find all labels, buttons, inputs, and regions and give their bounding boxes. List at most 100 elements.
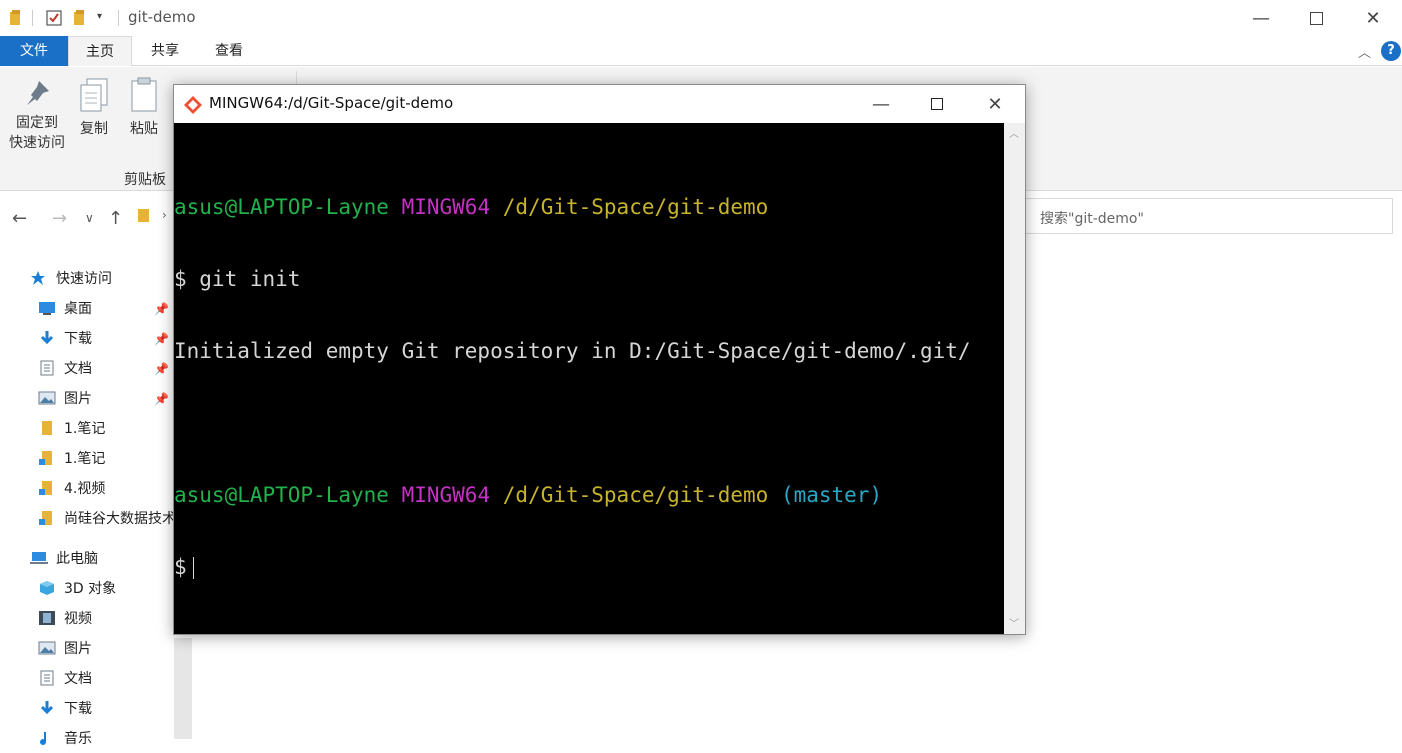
terminal-close-button[interactable]: ✕ [968, 85, 1022, 123]
back-arrow-icon[interactable]: ← [12, 208, 27, 229]
nav-item-label: 下载 [64, 701, 92, 717]
divider [118, 10, 119, 26]
nav-item-desktop[interactable]: 桌面 [38, 293, 92, 323]
star-icon [30, 270, 48, 286]
desktop-icon [38, 300, 56, 316]
prompt-line: asus@LAPTOP-Layne MINGW64 /d/Git-Space/g… [174, 195, 1004, 219]
pinned-icon: 📌 [154, 392, 169, 406]
nav-pane-scrollbar[interactable] [174, 638, 192, 739]
breadcrumb-separator-icon[interactable]: › [162, 208, 167, 222]
nav-this-pc-label: 此电脑 [56, 551, 98, 567]
nav-item-notes-2[interactable]: 1.笔记 [38, 443, 105, 473]
nav-item-label: 文档 [64, 361, 92, 377]
pinned-icon: 📌 [154, 362, 169, 376]
git-bash-logo-icon [183, 95, 203, 119]
help-icon[interactable]: ? [1381, 41, 1401, 61]
nav-item-label: 下载 [64, 331, 92, 347]
terminal-minimize-button[interactable]: — [854, 85, 908, 123]
close-button[interactable]: ✕ [1346, 0, 1400, 36]
input-line[interactable]: $ [174, 555, 1004, 579]
paste-button[interactable]: 粘贴 [124, 77, 164, 139]
maximize-icon [1309, 11, 1323, 25]
recent-locations-chevron-icon[interactable]: ∨ [85, 211, 94, 225]
prompt-symbol: $ [174, 555, 187, 579]
terminal-scrollbar[interactable]: ︿ ﹀ [1004, 123, 1025, 634]
up-arrow-icon[interactable]: ↑ [108, 208, 123, 229]
nav-item-pc-pictures[interactable]: 图片 [38, 633, 92, 663]
prompt-branch: (master) [780, 483, 883, 507]
text-cursor [192, 557, 194, 579]
tab-file[interactable]: 文件 [0, 36, 68, 66]
copy-label: 复制 [80, 121, 108, 137]
tab-view[interactable]: 查看 [198, 36, 260, 66]
forward-arrow-icon[interactable]: → [52, 208, 67, 229]
nav-this-pc[interactable]: 此电脑 [30, 543, 98, 573]
nav-item-documents[interactable]: 文档 [38, 353, 92, 383]
nav-item-label: 文档 [64, 671, 92, 687]
nav-item-pc-downloads[interactable]: 下载 [38, 693, 92, 723]
search-input[interactable]: 搜索"git-demo" [1025, 198, 1393, 234]
location-folder-icon [136, 206, 152, 228]
prompt-user: asus@LAPTOP-Layne [174, 483, 389, 507]
copy-button[interactable]: 复制 [74, 77, 114, 139]
cube-icon [38, 580, 56, 596]
terminal-output[interactable]: asus@LAPTOP-Layne MINGW64 /d/Git-Space/g… [174, 123, 1004, 634]
git-bash-window: MINGW64:/d/Git-Space/git-demo — ✕ asus@L… [173, 84, 1026, 635]
shared-folder-icon [38, 510, 56, 526]
collapse-ribbon-icon[interactable]: ︿ [1358, 42, 1371, 61]
minimize-button[interactable]: — [1234, 0, 1288, 36]
pinned-icon: 📌 [154, 302, 169, 316]
shared-folder-icon [38, 450, 56, 466]
folder-icon [38, 420, 56, 436]
pin-label-line1: 固定到 [16, 115, 58, 131]
nav-item-music[interactable]: 音乐 [38, 723, 92, 753]
nav-item-label: 图片 [64, 391, 92, 407]
nav-item-label: 图片 [64, 641, 92, 657]
properties-icon[interactable] [46, 9, 62, 27]
clipboard-group-label: 剪贴板 [124, 172, 166, 188]
nav-item-pc-documents[interactable]: 文档 [38, 663, 92, 693]
pin-to-quick-access-button[interactable]: 固定到 快速访问 [6, 79, 68, 153]
computer-icon [30, 550, 48, 566]
nav-item-label: 尚硅谷大数据技术 [64, 511, 174, 527]
maximize-icon [931, 98, 943, 110]
command-output: Initialized empty Git repository in D:/G… [174, 339, 971, 363]
tab-home[interactable]: 主页 [68, 36, 132, 66]
picture-icon [38, 640, 56, 656]
nav-item-label: 视频 [64, 611, 92, 627]
navigation-pane: 快速访问 桌面 📌 下载 📌 文档 📌 图片 📌 1.笔记 1.笔记 4.视频 … [0, 258, 192, 747]
prompt-line: asus@LAPTOP-Layne MINGW64 /d/Git-Space/g… [174, 483, 1004, 507]
scroll-up-chevron-icon[interactable]: ︿ [1009, 125, 1019, 140]
nav-item-label: 1.笔记 [64, 421, 106, 437]
nav-item-3d-objects[interactable]: 3D 对象 [38, 573, 116, 603]
nav-item-notes-1[interactable]: 1.笔记 [38, 413, 105, 443]
nav-item-videos-folder[interactable]: 4.视频 [38, 473, 105, 503]
pin-label-line2: 快速访问 [9, 135, 65, 151]
maximize-button[interactable] [1289, 0, 1343, 36]
terminal-titlebar[interactable]: MINGW64:/d/Git-Space/git-demo — ✕ [174, 85, 1025, 123]
prompt-env: MINGW64 [401, 483, 491, 507]
new-folder-icon[interactable] [72, 9, 88, 27]
tab-share[interactable]: 共享 [134, 36, 196, 66]
nav-item-videos[interactable]: 视频 [38, 603, 92, 633]
nav-quick-access[interactable]: 快速访问 [30, 263, 112, 293]
customize-quick-access-icon[interactable]: ▾ [97, 11, 102, 22]
nav-item-label: 3D 对象 [64, 581, 117, 597]
download-arrow-icon [38, 700, 56, 716]
folder-icon [8, 9, 24, 27]
shared-folder-icon [38, 480, 56, 496]
terminal-title: MINGW64:/d/Git-Space/git-demo [209, 94, 454, 112]
close-icon: ✕ [1365, 7, 1381, 29]
nav-item-label: 4.视频 [64, 481, 106, 497]
nav-item-pictures[interactable]: 图片 [38, 383, 92, 413]
explorer-titlebar: ▾ git-demo — ✕ [0, 0, 1402, 36]
terminal-maximize-button[interactable] [910, 85, 964, 123]
nav-item-bigdata[interactable]: 尚硅谷大数据技术 [38, 503, 174, 533]
scroll-down-chevron-icon[interactable]: ﹀ [1009, 615, 1019, 630]
prompt-path: /d/Git-Space/git-demo [502, 483, 769, 507]
document-icon [38, 670, 56, 686]
nav-item-downloads[interactable]: 下载 [38, 323, 92, 353]
document-icon [38, 360, 56, 376]
paste-label: 粘贴 [130, 121, 158, 137]
